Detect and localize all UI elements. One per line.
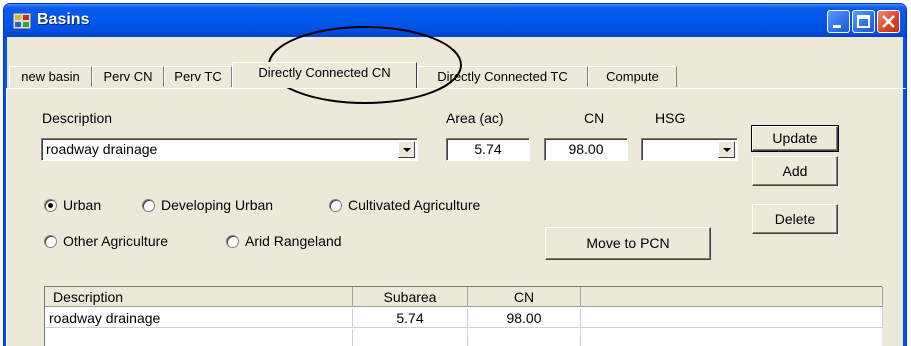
table-cell-empty — [353, 329, 468, 346]
chevron-down-icon[interactable] — [398, 141, 415, 158]
radio-indicator — [44, 235, 57, 248]
radio-label: Cultivated Agriculture — [348, 197, 481, 213]
tab-compute[interactable]: Compute — [588, 66, 677, 87]
update-button[interactable]: Update — [751, 125, 839, 152]
area-label: Area (ac) — [446, 110, 504, 126]
radio-indicator — [226, 235, 239, 248]
table-cell-filler — [581, 308, 883, 328]
description-label: Description — [42, 110, 113, 126]
tab-directly-connected-cn[interactable]: Directly Connected CN — [232, 62, 417, 88]
basins-window: Basins new basin Perv CN Perv TC Directl… — [3, 3, 907, 346]
add-button[interactable]: Add — [752, 156, 838, 186]
chevron-down-icon[interactable] — [718, 141, 735, 158]
radio-label: Developing Urban — [161, 197, 274, 213]
table-cell-description[interactable]: roadway drainage — [45, 308, 353, 328]
column-header-filler — [581, 287, 883, 307]
hsg-combo[interactable] — [641, 138, 738, 161]
maximize-button[interactable] — [852, 10, 875, 33]
minimize-icon — [833, 25, 841, 28]
subarea-table[interactable]: Description Subarea CN roadway drainage … — [44, 286, 883, 346]
table-cell-empty — [468, 329, 581, 346]
close-button[interactable] — [877, 10, 900, 33]
cn-field[interactable]: 98.00 — [544, 138, 628, 161]
app-icon — [13, 13, 31, 29]
cn-label: CN — [584, 110, 605, 126]
column-header-subarea[interactable]: Subarea — [353, 287, 468, 307]
radio-urban[interactable]: Urban — [44, 197, 124, 215]
radio-indicator — [44, 199, 57, 212]
description-combo[interactable]: roadway drainage — [41, 138, 418, 161]
table-cell-subarea[interactable]: 5.74 — [353, 308, 468, 328]
minimize-button[interactable] — [827, 10, 850, 33]
radio-indicator — [329, 199, 342, 212]
radio-label: Urban — [63, 197, 102, 213]
radio-other-agriculture[interactable]: Other Agriculture — [44, 233, 204, 251]
table-cell-empty — [45, 329, 353, 346]
tab-new-basin[interactable]: new basin — [9, 66, 92, 87]
window-title: Basins — [37, 11, 90, 28]
close-icon — [882, 15, 895, 28]
radio-developing-urban[interactable]: Developing Urban — [142, 197, 312, 215]
hsg-label: HSG — [655, 110, 686, 126]
radio-label: Other Agriculture — [63, 233, 169, 249]
tab-perv-cn[interactable]: Perv CN — [92, 66, 164, 87]
delete-button[interactable]: Delete — [752, 204, 838, 234]
maximize-icon — [857, 15, 870, 28]
column-header-cn[interactable]: CN — [468, 287, 581, 307]
table-cell-cn[interactable]: 98.00 — [468, 308, 581, 328]
description-value: roadway drainage — [46, 141, 158, 157]
column-header-description[interactable]: Description — [45, 287, 353, 307]
radio-indicator — [142, 199, 155, 212]
move-to-pcn-button[interactable]: Move to PCN — [545, 227, 711, 260]
radio-arid-rangeland[interactable]: Arid Rangeland — [226, 233, 386, 251]
tab-perv-tc[interactable]: Perv TC — [164, 66, 232, 87]
tab-strip: new basin Perv CN Perv TC Directly Conne… — [6, 62, 726, 88]
radio-label: Arid Rangeland — [245, 233, 342, 249]
radio-cultivated-agriculture[interactable]: Cultivated Agriculture — [329, 197, 529, 215]
area-field[interactable]: 5.74 — [446, 138, 530, 161]
